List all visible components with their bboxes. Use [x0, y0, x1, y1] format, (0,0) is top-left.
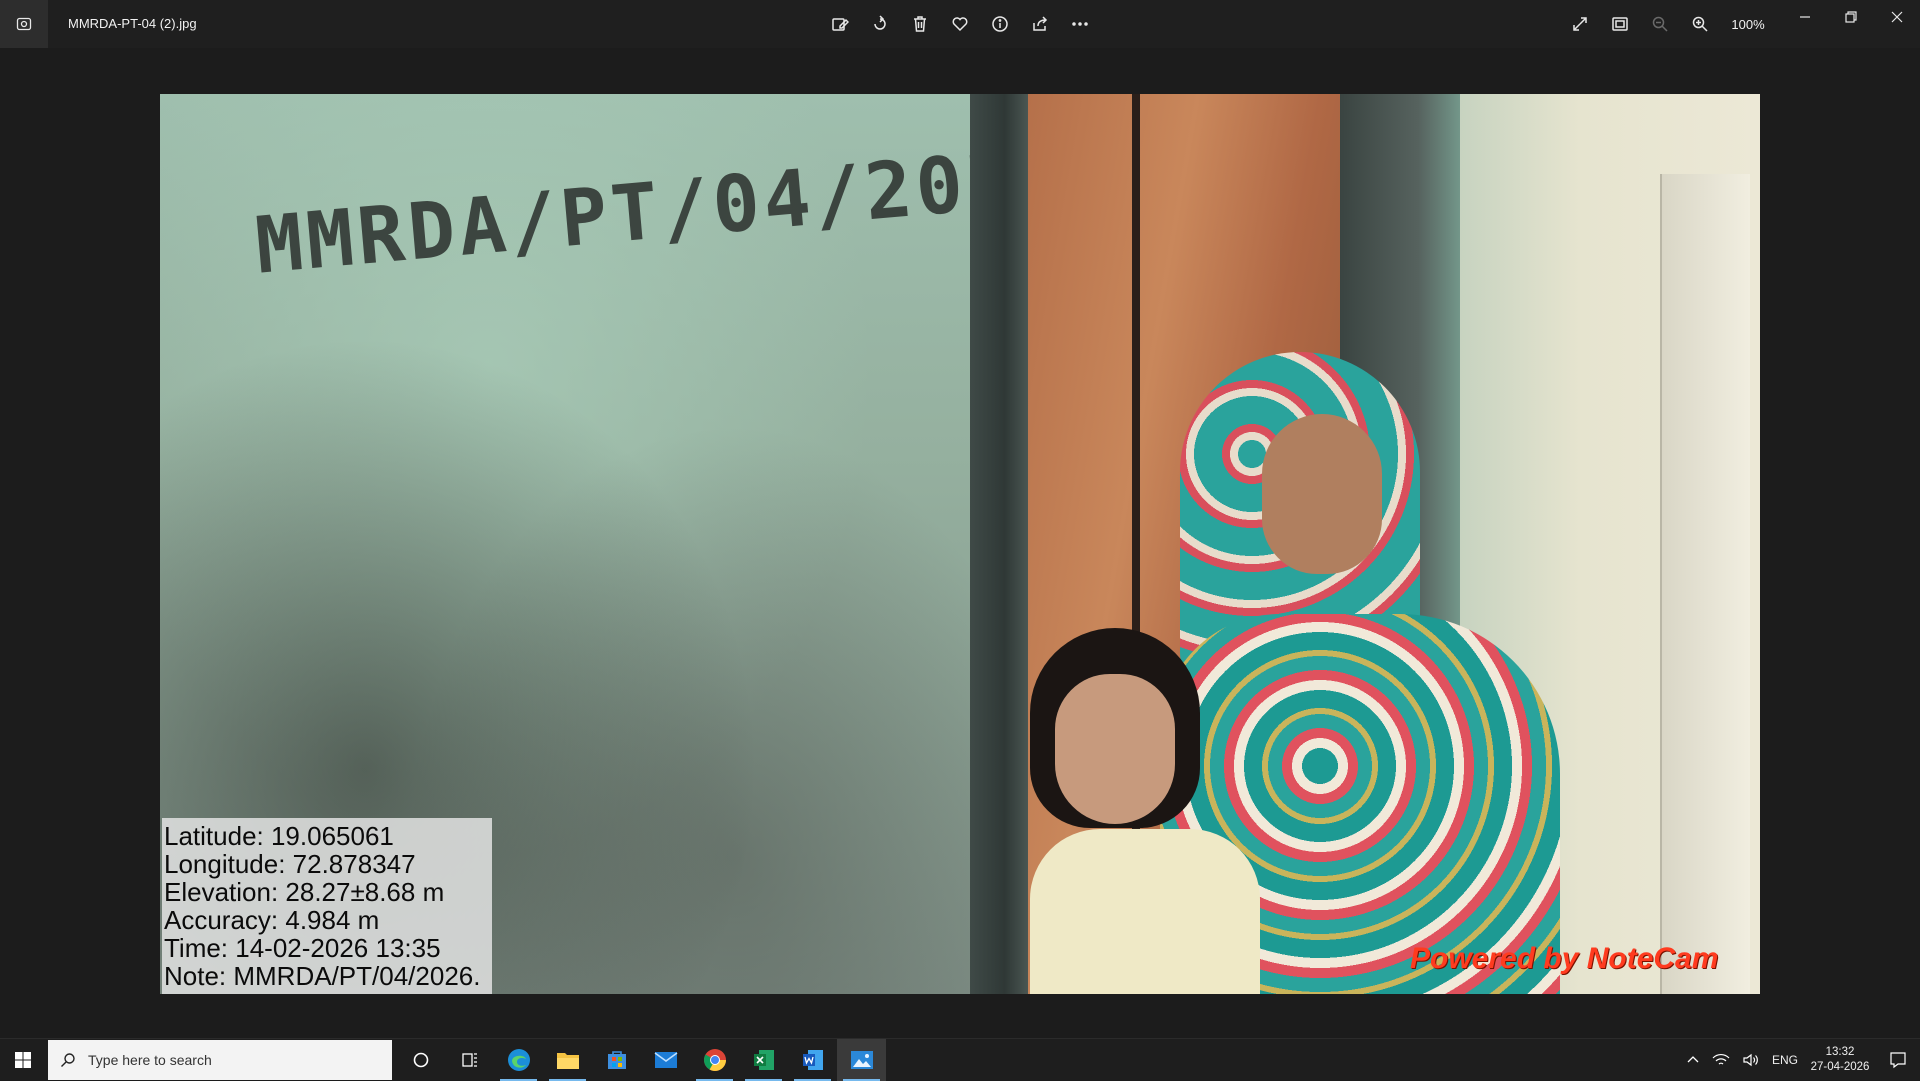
photos-app-icon[interactable] — [0, 0, 48, 48]
rotate-icon[interactable] — [860, 0, 900, 48]
image-viewer: MMRDA/PT/04/2026 Latitude: 19.065061 Lon… — [0, 48, 1920, 1038]
zoom-out-icon[interactable] — [1640, 0, 1680, 48]
input-language[interactable]: ENG — [1766, 1039, 1804, 1081]
action-center-button[interactable] — [1876, 1039, 1920, 1081]
system-tray: ENG 13:32 27-04-2026 — [1680, 1039, 1920, 1081]
chrome-app[interactable] — [690, 1039, 739, 1081]
geotag-overlay: Latitude: 19.065061 Longitude: 72.878347… — [162, 818, 492, 994]
zoom-in-icon[interactable] — [1680, 0, 1720, 48]
woman-face — [1262, 414, 1382, 574]
mail-app[interactable] — [641, 1039, 690, 1081]
store-app[interactable] — [592, 1039, 641, 1081]
close-button[interactable] — [1874, 0, 1920, 34]
task-view-icon — [461, 1053, 477, 1067]
geotag-elevation: Elevation: 28.27±8.68 m — [164, 877, 445, 907]
minimize-button[interactable] — [1782, 0, 1828, 34]
chrome-icon — [703, 1049, 726, 1071]
photos-icon — [850, 1051, 873, 1069]
wifi-icon — [1712, 1054, 1730, 1065]
file-explorer-app[interactable] — [543, 1039, 592, 1081]
clock-date: 27-04-2026 — [1810, 1061, 1870, 1073]
view-tools: 100% — [1560, 0, 1776, 48]
geotag-note: Note: MMRDA/PT/04/2026. — [164, 961, 481, 991]
zoom-level[interactable]: 100% — [1720, 17, 1776, 32]
geotag-longitude: Longitude: 72.878347 — [164, 849, 416, 879]
clock-time: 13:32 — [1825, 1046, 1855, 1058]
open-door — [1660, 174, 1750, 994]
search-placeholder: Type here to search — [88, 1052, 212, 1068]
favorite-icon[interactable] — [940, 0, 980, 48]
speaker-icon — [1743, 1053, 1758, 1067]
door-pillar — [970, 94, 1028, 994]
edge-icon — [507, 1049, 530, 1071]
girl-face — [1055, 674, 1175, 824]
volume-control[interactable] — [1736, 1039, 1766, 1081]
geotag-accuracy: Accuracy: 4.984 m — [164, 905, 380, 935]
word-app[interactable] — [788, 1039, 837, 1081]
fit-to-window-icon[interactable] — [1600, 0, 1640, 48]
photos-app[interactable] — [837, 1039, 886, 1081]
start-button[interactable] — [0, 1039, 46, 1081]
word-icon — [802, 1050, 823, 1070]
network-status[interactable] — [1706, 1039, 1736, 1081]
folder-icon — [556, 1053, 579, 1069]
search-icon — [61, 1053, 75, 1067]
windows-logo-icon — [15, 1052, 31, 1068]
cortana-button[interactable] — [396, 1039, 445, 1081]
edit-image-icon[interactable] — [820, 0, 860, 48]
title-bar: MMRDA-PT-04 (2).jpg 100% — [0, 0, 1920, 48]
restore-button[interactable] — [1828, 0, 1874, 34]
edge-app[interactable] — [494, 1039, 543, 1081]
taskbar-apps — [396, 1039, 886, 1081]
fullscreen-icon[interactable] — [1560, 0, 1600, 48]
clock[interactable]: 13:32 27-04-2026 — [1804, 1039, 1876, 1081]
photo[interactable]: MMRDA/PT/04/2026 Latitude: 19.065061 Lon… — [160, 94, 1760, 994]
task-view-button[interactable] — [445, 1039, 494, 1081]
share-icon[interactable] — [1020, 0, 1060, 48]
show-hidden-icons[interactable] — [1680, 1039, 1706, 1081]
delete-icon[interactable] — [900, 0, 940, 48]
mail-icon — [654, 1052, 677, 1068]
geotag-latitude: Latitude: 19.065061 — [164, 821, 394, 851]
excel-app[interactable] — [739, 1039, 788, 1081]
photo-toolbar — [820, 0, 1100, 48]
store-icon — [607, 1051, 626, 1069]
taskbar-search-box[interactable]: Type here to search — [48, 1040, 392, 1080]
taskbar: Type here to search ENG 13:32 27-04-2026 — [0, 1038, 1920, 1081]
geotag-time: Time: 14-02-2026 13:35 — [164, 933, 441, 963]
cortana-icon — [413, 1052, 428, 1068]
notification-icon — [1890, 1052, 1906, 1069]
girl-shirt — [1030, 829, 1260, 994]
chevron-up-icon — [1687, 1056, 1699, 1063]
file-name-title: MMRDA-PT-04 (2).jpg — [68, 16, 197, 31]
notecam-watermark: Powered by NoteCam — [1410, 942, 1719, 975]
window-controls — [1782, 0, 1920, 34]
more-icon[interactable] — [1060, 0, 1100, 48]
excel-icon — [753, 1050, 774, 1070]
info-icon[interactable] — [980, 0, 1020, 48]
